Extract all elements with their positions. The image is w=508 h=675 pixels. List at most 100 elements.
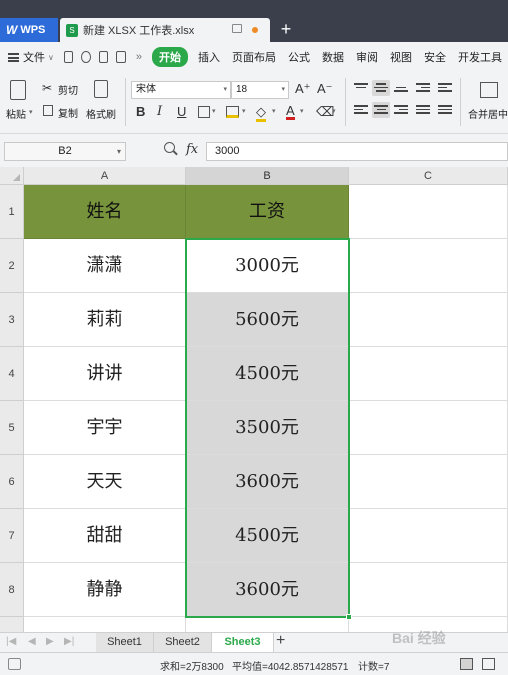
select-all-corner[interactable] — [0, 167, 24, 185]
align-right-icon[interactable] — [394, 105, 408, 117]
align-middle-icon[interactable] — [374, 83, 388, 95]
cell-b6[interactable]: 3600元 — [186, 455, 349, 509]
row-header-3[interactable]: 3 — [0, 293, 24, 347]
fill-color-icon[interactable] — [226, 106, 239, 118]
justify-icon[interactable] — [416, 105, 430, 117]
italic-button[interactable]: I — [157, 105, 162, 119]
name-box[interactable]: B2 ▾ — [4, 142, 126, 161]
cell-c5[interactable] — [349, 401, 508, 455]
cell-c1[interactable] — [349, 185, 508, 239]
prev-sheet-icon[interactable]: ◀ — [28, 636, 36, 647]
cell-a2[interactable]: 潇潇 — [24, 239, 186, 293]
cell-a6[interactable]: 天天 — [24, 455, 186, 509]
row-header-8[interactable]: 8 — [0, 563, 24, 617]
font-name-select[interactable]: 宋体 ▾ — [131, 81, 231, 99]
new-tab-button[interactable]: + — [276, 18, 296, 42]
row-header-9[interactable] — [0, 617, 24, 632]
align-bottom-icon[interactable] — [394, 83, 408, 95]
cell-a1[interactable]: 姓名 — [24, 185, 186, 239]
insert-function-button[interactable]: fx — [186, 142, 198, 157]
row-header-1[interactable]: 1 — [0, 185, 24, 239]
wps-app-tab[interactable]: W WPS — [0, 18, 58, 42]
more-quick-tools[interactable]: » — [130, 51, 148, 63]
formula-input[interactable]: 3000 — [206, 142, 508, 161]
copy-button[interactable]: 复制 — [42, 103, 82, 120]
column-header-b[interactable]: B — [186, 167, 349, 185]
tab-formulas[interactable]: 公式 — [282, 49, 316, 65]
normal-view-icon[interactable] — [460, 658, 473, 670]
print-icon[interactable] — [98, 51, 109, 63]
tab-start[interactable]: 开始 — [151, 47, 188, 67]
cell-b7[interactable]: 4500元 — [186, 509, 349, 563]
monitor-icon[interactable] — [232, 24, 242, 33]
font-color-icon[interactable]: A — [286, 104, 295, 120]
paste-button[interactable]: 粘贴 ▾ — [4, 78, 34, 124]
cell-c7[interactable] — [349, 509, 508, 563]
cell-b3[interactable]: 5600元 — [186, 293, 349, 347]
cell-b4[interactable]: 4500元 — [186, 347, 349, 401]
print-preview-icon[interactable] — [116, 51, 126, 63]
cell-c3[interactable] — [349, 293, 508, 347]
tab-security[interactable]: 安全 — [418, 49, 452, 65]
page-layout-view-icon[interactable] — [482, 658, 495, 670]
shrink-font-button[interactable]: A⁻ — [317, 82, 333, 96]
tab-page-layout[interactable]: 页面布局 — [226, 49, 282, 65]
row-header-4[interactable]: 4 — [0, 347, 24, 401]
merge-center-button[interactable]: 合并居中 — [464, 78, 508, 124]
row-header-2[interactable]: 2 — [0, 239, 24, 293]
align-center-icon[interactable] — [374, 105, 388, 117]
bold-button[interactable]: B — [136, 105, 145, 119]
tab-view[interactable]: 视图 — [384, 49, 418, 65]
cell-c8[interactable] — [349, 563, 508, 617]
cell-c4[interactable] — [349, 347, 508, 401]
cell-b5[interactable]: 3500元 — [186, 401, 349, 455]
document-tab[interactable]: S 新建 XLSX 工作表.xlsx — [60, 18, 270, 42]
cell-a9[interactable] — [24, 617, 186, 632]
add-sheet-button[interactable]: + — [276, 632, 285, 650]
next-sheet-icon[interactable]: ▶ — [46, 636, 54, 647]
align-left-icon[interactable] — [354, 105, 368, 117]
format-painter-button[interactable]: 格式刷 — [86, 78, 120, 124]
underline-button[interactable]: U — [177, 105, 186, 119]
last-sheet-icon[interactable]: ▶| — [64, 636, 74, 647]
border-icon[interactable] — [198, 106, 210, 118]
file-menu[interactable]: 文件 ∨ — [0, 49, 60, 65]
tab-insert[interactable]: 插入 — [192, 49, 226, 65]
tab-review[interactable]: 审阅 — [350, 49, 384, 65]
tab-data[interactable]: 数据 — [316, 49, 350, 65]
decrease-indent-icon[interactable] — [416, 83, 430, 95]
cell-b1[interactable]: 工资 — [186, 185, 349, 239]
increase-indent-icon[interactable] — [438, 83, 452, 95]
cut-button[interactable]: ✂ 剪切 — [42, 80, 82, 97]
column-header-a[interactable]: A — [24, 167, 186, 185]
cell-a3[interactable]: 莉莉 — [24, 293, 186, 347]
cell-b2[interactable]: 3000元 — [186, 239, 349, 293]
cell-a8[interactable]: 静静 — [24, 563, 186, 617]
row-header-5[interactable]: 5 — [0, 401, 24, 455]
grow-font-button[interactable]: A⁺ — [295, 82, 311, 96]
save-icon[interactable] — [63, 51, 74, 63]
distributed-align-icon[interactable] — [438, 105, 452, 117]
tab-developer[interactable]: 开发工具 — [452, 49, 508, 65]
macro-icon[interactable] — [8, 658, 21, 670]
align-top-icon[interactable] — [354, 83, 368, 95]
zoom-icon[interactable] — [164, 142, 175, 153]
sheet-tab-sheet2[interactable]: Sheet2 — [154, 633, 212, 652]
font-size-select[interactable]: 18 ▾ — [231, 81, 289, 99]
cell-c2[interactable] — [349, 239, 508, 293]
undo-icon[interactable] — [81, 51, 91, 63]
cell-a5[interactable]: 宇宇 — [24, 401, 186, 455]
cell-fill-icon[interactable]: ◇ — [256, 105, 266, 122]
cell-a4[interactable]: 讲讲 — [24, 347, 186, 401]
row-header-6[interactable]: 6 — [0, 455, 24, 509]
sheet-tab-sheet1[interactable]: Sheet1 — [96, 633, 154, 652]
cell-b9[interactable] — [186, 617, 349, 632]
row-header-7[interactable]: 7 — [0, 509, 24, 563]
cell-c6[interactable] — [349, 455, 508, 509]
column-header-c[interactable]: C — [349, 167, 508, 185]
cell-a7[interactable]: 甜甜 — [24, 509, 186, 563]
cell-b8[interactable]: 3600元 — [186, 563, 349, 617]
fill-handle[interactable] — [346, 614, 352, 620]
sheet-tab-sheet3[interactable]: Sheet3 — [212, 633, 274, 652]
first-sheet-icon[interactable]: |◀ — [6, 636, 16, 647]
